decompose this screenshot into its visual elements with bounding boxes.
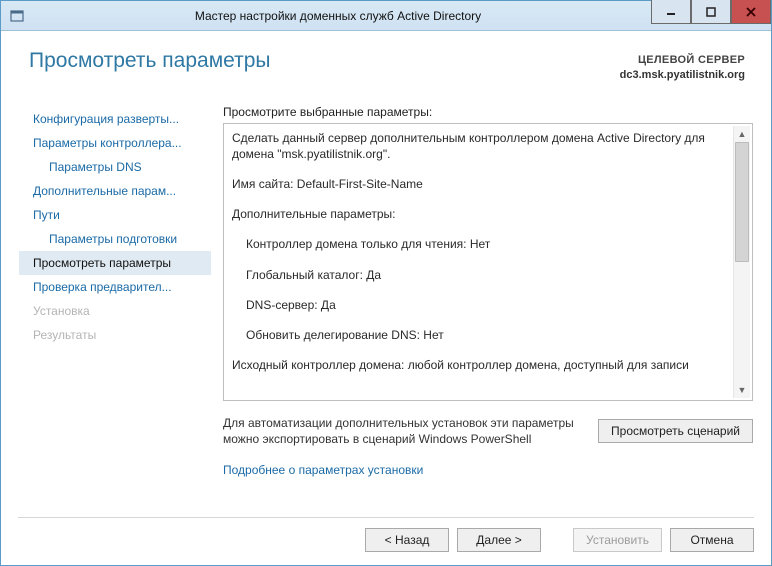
scroll-up-icon[interactable]: ▲ [735, 126, 750, 142]
step-results: Результаты [19, 323, 211, 347]
scrollbar[interactable]: ▲ ▼ [733, 126, 750, 398]
review-content: Сделать данный сервер дополнительным кон… [232, 130, 730, 394]
review-subline: DNS-сервер: Да [246, 297, 730, 313]
page-title: Просмотреть параметры [29, 49, 271, 73]
step-paths[interactable]: Пути [19, 203, 211, 227]
minimize-button[interactable] [651, 0, 691, 24]
close-button[interactable] [731, 0, 771, 24]
window-title: Мастер настройки доменных служб Active D… [25, 9, 651, 23]
review-line: Дополнительные параметры: [232, 206, 730, 222]
steps-sidebar: Конфигурация разверты... Параметры контр… [19, 105, 211, 477]
next-button[interactable]: Далее > [457, 528, 541, 552]
step-additional-options[interactable]: Дополнительные парам... [19, 179, 211, 203]
review-line: Сделать данный сервер дополнительным кон… [232, 130, 730, 162]
more-about-link[interactable]: Подробнее о параметрах установки [223, 463, 753, 477]
step-dc-options[interactable]: Параметры контроллера... [19, 131, 211, 155]
titlebar: Мастер настройки доменных служб Active D… [1, 1, 771, 31]
install-button: Установить [573, 528, 662, 552]
step-dns-options[interactable]: Параметры DNS [19, 155, 211, 179]
review-subline: Глобальный каталог: Да [246, 267, 730, 283]
scroll-track[interactable] [734, 142, 750, 382]
scroll-down-icon[interactable]: ▼ [735, 382, 750, 398]
scroll-thumb[interactable] [735, 142, 749, 262]
review-subline: Контроллер домена только для чтения: Нет [246, 236, 730, 252]
app-icon [9, 8, 25, 24]
maximize-button[interactable] [691, 0, 731, 24]
window-controls [651, 1, 771, 30]
step-installation: Установка [19, 299, 211, 323]
target-server-label: ЦЕЛЕВОЙ СЕРВЕР [620, 53, 745, 68]
review-line: Исходный контроллер домена: любой контро… [232, 357, 730, 373]
review-subline: Обновить делегирование DNS: Нет [246, 327, 730, 343]
review-line: Имя сайта: Default-First-Site-Name [232, 176, 730, 192]
cancel-button[interactable]: Отмена [670, 528, 754, 552]
step-review-options[interactable]: Просмотреть параметры [19, 251, 211, 275]
target-server-block: ЦЕЛЕВОЙ СЕРВЕР dc3.msk.pyatilistnik.org [620, 49, 745, 83]
footer-spacer [549, 528, 565, 552]
review-prompt: Просмотрите выбранные параметры: [223, 105, 753, 119]
step-prereq-check[interactable]: Проверка предварител... [19, 275, 211, 299]
wizard-footer: < Назад Далее > Установить Отмена [18, 517, 754, 552]
export-hint: Для автоматизации дополнительных установ… [223, 415, 584, 447]
step-preparation-options[interactable]: Параметры подготовки [19, 227, 211, 251]
target-server-name: dc3.msk.pyatilistnik.org [620, 68, 745, 83]
view-script-button[interactable]: Просмотреть сценарий [598, 419, 753, 443]
step-deployment-config[interactable]: Конфигурация разверты... [19, 107, 211, 131]
back-button[interactable]: < Назад [365, 528, 449, 552]
review-textbox[interactable]: Сделать данный сервер дополнительным кон… [223, 123, 753, 401]
